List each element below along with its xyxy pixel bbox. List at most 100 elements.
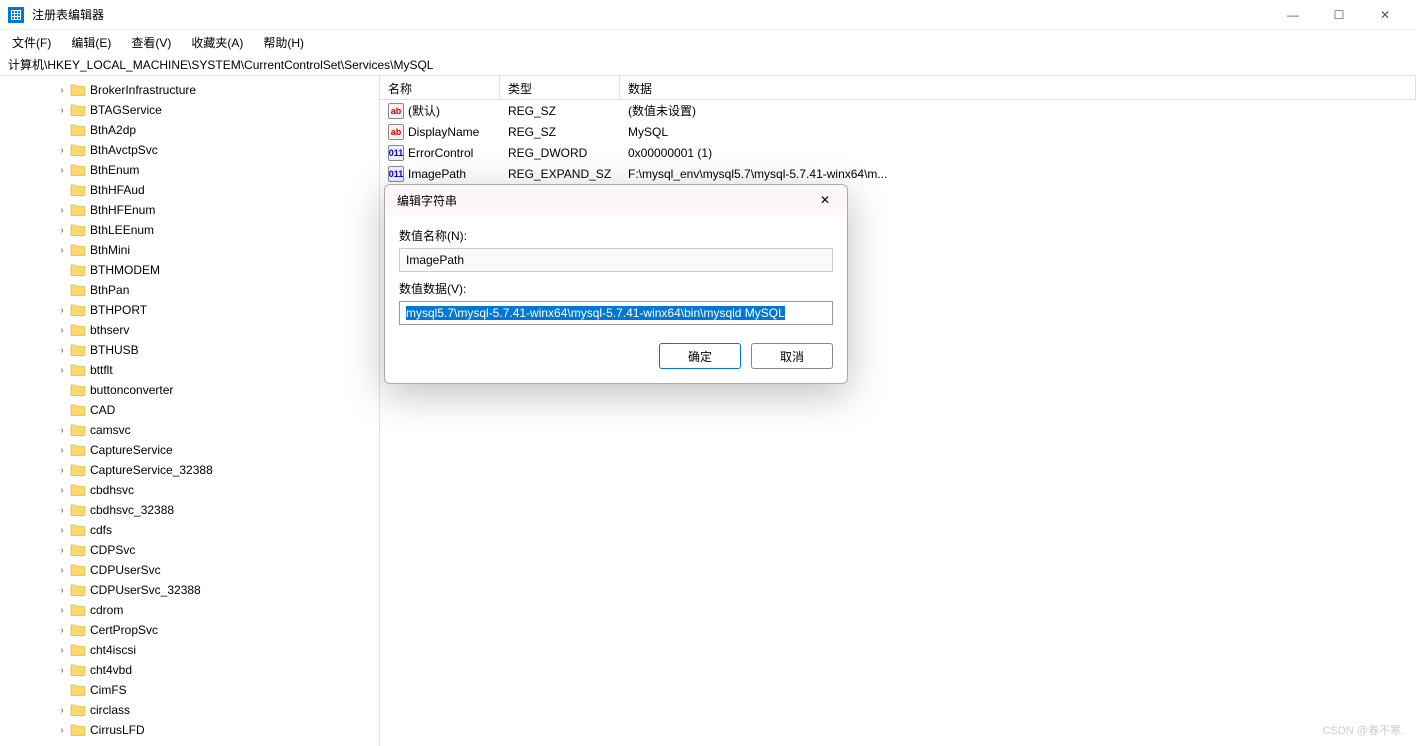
value-name-input[interactable] bbox=[399, 248, 833, 272]
tree-item[interactable]: ›BTHPORT bbox=[0, 300, 379, 320]
chevron-right-icon[interactable]: › bbox=[56, 105, 68, 116]
close-button[interactable]: ✕ bbox=[1362, 0, 1408, 30]
list-row[interactable]: 011ErrorControlREG_DWORD0x00000001 (1) bbox=[380, 142, 1416, 163]
chevron-right-icon[interactable]: › bbox=[56, 425, 68, 436]
chevron-right-icon[interactable]: › bbox=[56, 565, 68, 576]
list-row[interactable]: ab(默认)REG_SZ(数值未设置) bbox=[380, 100, 1416, 121]
folder-icon bbox=[70, 383, 86, 397]
tree-item[interactable]: ›BthMini bbox=[0, 240, 379, 260]
tree-item[interactable]: ›CirrusLFD bbox=[0, 720, 379, 740]
cancel-button[interactable]: 取消 bbox=[751, 343, 833, 369]
tree-item[interactable]: › CDPUserSvc bbox=[0, 560, 379, 580]
folder-icon bbox=[70, 363, 86, 377]
tree-item[interactable]: ›CertPropSvc bbox=[0, 620, 379, 640]
folder-icon bbox=[70, 703, 86, 717]
tree-item[interactable]: ›CaptureService_32388 bbox=[0, 460, 379, 480]
col-name[interactable]: 名称 bbox=[380, 76, 500, 99]
chevron-right-icon[interactable]: › bbox=[56, 485, 68, 496]
value-data: (数值未设置) bbox=[620, 102, 1416, 119]
tree-item[interactable]: ›bthserv bbox=[0, 320, 379, 340]
tree-item[interactable]: ›bttflt bbox=[0, 360, 379, 380]
chevron-right-icon[interactable]: › bbox=[56, 205, 68, 216]
tree-item[interactable]: BTHMODEM bbox=[0, 260, 379, 280]
list-row[interactable]: 011ImagePathREG_EXPAND_SZF:\mysql_env\my… bbox=[380, 163, 1416, 184]
folder-icon bbox=[70, 103, 86, 117]
value-name: (默认) bbox=[408, 102, 440, 119]
watermark: CSDN @春不寒. bbox=[1323, 722, 1404, 738]
values-panel[interactable]: 名称 类型 数据 ab(默认)REG_SZ(数值未设置)abDisplayNam… bbox=[380, 76, 1416, 746]
chevron-right-icon[interactable]: › bbox=[56, 605, 68, 616]
tree-item[interactable]: ›CDPSvc bbox=[0, 540, 379, 560]
chevron-right-icon[interactable]: › bbox=[56, 305, 68, 316]
chevron-right-icon[interactable]: › bbox=[56, 145, 68, 156]
list-header: 名称 类型 数据 bbox=[380, 76, 1416, 100]
tree-item[interactable]: ›BTHUSB bbox=[0, 340, 379, 360]
tree-item[interactable]: buttonconverter bbox=[0, 380, 379, 400]
tree-label: camsvc bbox=[90, 423, 131, 437]
value-data-label: 数值数据(V): bbox=[399, 280, 833, 297]
chevron-right-icon[interactable]: › bbox=[56, 585, 68, 596]
folder-icon bbox=[70, 603, 86, 617]
tree-item[interactable]: ›cdfs bbox=[0, 520, 379, 540]
chevron-right-icon[interactable]: › bbox=[56, 645, 68, 656]
tree-item[interactable]: ›circlass bbox=[0, 700, 379, 720]
tree-item[interactable]: BthA2dp bbox=[0, 120, 379, 140]
menu-file[interactable]: 文件(F) bbox=[4, 32, 59, 53]
chevron-right-icon[interactable]: › bbox=[56, 625, 68, 636]
folder-icon bbox=[70, 523, 86, 537]
menu-help[interactable]: 帮助(H) bbox=[255, 32, 312, 53]
dialog-close-button[interactable]: ✕ bbox=[811, 189, 839, 211]
address-bar[interactable]: 计算机\HKEY_LOCAL_MACHINE\SYSTEM\CurrentCon… bbox=[0, 54, 1416, 76]
tree-item[interactable]: ›BthEnum bbox=[0, 160, 379, 180]
chevron-right-icon[interactable]: › bbox=[56, 725, 68, 736]
tree-item[interactable]: ›cht4vbd bbox=[0, 660, 379, 680]
value-data-input[interactable]: mysql5.7\mysql-5.7.41-winx64\mysql-5.7.4… bbox=[399, 301, 833, 325]
col-type[interactable]: 类型 bbox=[500, 76, 620, 99]
menu-edit[interactable]: 编辑(E) bbox=[63, 32, 119, 53]
minimize-button[interactable]: — bbox=[1270, 0, 1316, 30]
list-row[interactable]: abDisplayNameREG_SZMySQL bbox=[380, 121, 1416, 142]
chevron-right-icon[interactable]: › bbox=[56, 85, 68, 96]
chevron-right-icon[interactable]: › bbox=[56, 445, 68, 456]
tree-item[interactable]: ›CaptureService bbox=[0, 440, 379, 460]
tree-label: CDPUserSvc bbox=[90, 563, 161, 577]
dialog-titlebar[interactable]: 编辑字符串 ✕ bbox=[385, 185, 847, 215]
col-data[interactable]: 数据 bbox=[620, 76, 1416, 99]
tree-item[interactable]: ›CDPUserSvc_32388 bbox=[0, 580, 379, 600]
tree-item[interactable]: ›cbdhsvc bbox=[0, 480, 379, 500]
tree-item[interactable]: BthHFAud bbox=[0, 180, 379, 200]
chevron-right-icon[interactable]: › bbox=[56, 165, 68, 176]
chevron-right-icon[interactable]: › bbox=[56, 665, 68, 676]
tree-item[interactable]: ›cdrom bbox=[0, 600, 379, 620]
chevron-right-icon[interactable]: › bbox=[56, 245, 68, 256]
menu-favorites[interactable]: 收藏夹(A) bbox=[183, 32, 251, 53]
chevron-right-icon[interactable]: › bbox=[56, 545, 68, 556]
tree-panel[interactable]: ›BrokerInfrastructure›BTAGService BthA2dp… bbox=[0, 76, 380, 746]
tree-item[interactable]: ›BrokerInfrastructure bbox=[0, 80, 379, 100]
tree-item[interactable]: CAD bbox=[0, 400, 379, 420]
chevron-right-icon[interactable]: › bbox=[56, 325, 68, 336]
ok-button[interactable]: 确定 bbox=[659, 343, 741, 369]
chevron-right-icon[interactable]: › bbox=[56, 465, 68, 476]
value-data: 0x00000001 (1) bbox=[620, 146, 1416, 160]
tree-item[interactable]: CimFS bbox=[0, 680, 379, 700]
chevron-right-icon[interactable]: › bbox=[56, 225, 68, 236]
tree-label: BthLEEnum bbox=[90, 223, 154, 237]
chevron-right-icon[interactable]: › bbox=[56, 505, 68, 516]
tree-item[interactable]: › BthLEEnum bbox=[0, 220, 379, 240]
tree-item[interactable]: ›BthAvctpSvc bbox=[0, 140, 379, 160]
chevron-right-icon[interactable]: › bbox=[56, 365, 68, 376]
maximize-button[interactable]: ☐ bbox=[1316, 0, 1362, 30]
tree-item[interactable]: › camsvc bbox=[0, 420, 379, 440]
menu-view[interactable]: 查看(V) bbox=[123, 32, 179, 53]
tree-label: BthA2dp bbox=[90, 123, 136, 137]
chevron-right-icon[interactable]: › bbox=[56, 525, 68, 536]
chevron-right-icon[interactable]: › bbox=[56, 705, 68, 716]
tree-item[interactable]: BthPan bbox=[0, 280, 379, 300]
tree-item[interactable]: ›cbdhsvc_32388 bbox=[0, 500, 379, 520]
tree-item[interactable]: › BthHFEnum bbox=[0, 200, 379, 220]
chevron-right-icon[interactable]: › bbox=[56, 345, 68, 356]
tree-item[interactable]: ›BTAGService bbox=[0, 100, 379, 120]
tree-label: BthHFEnum bbox=[90, 203, 155, 217]
tree-item[interactable]: ›cht4iscsi bbox=[0, 640, 379, 660]
